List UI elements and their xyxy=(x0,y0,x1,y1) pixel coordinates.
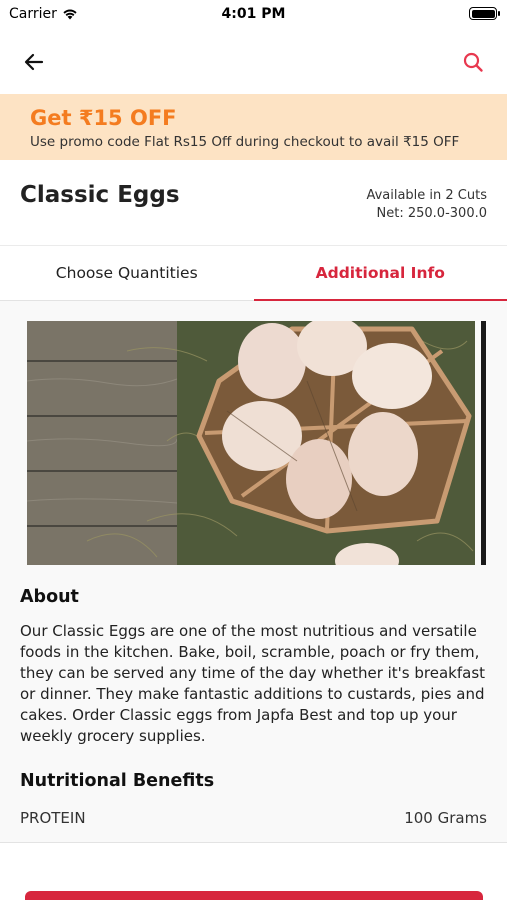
arrow-left-icon xyxy=(24,53,44,71)
tab-choose-quantities[interactable]: Choose Quantities xyxy=(0,246,254,300)
product-meta: Available in 2 Cuts Net: 250.0-300.0 xyxy=(366,187,487,223)
search-button[interactable] xyxy=(457,46,489,78)
product-availability: Available in 2 Cuts xyxy=(366,188,487,203)
product-title: Classic Eggs xyxy=(20,182,180,208)
search-icon xyxy=(463,52,483,72)
status-bar: Carrier 4:01 PM xyxy=(0,0,507,30)
additional-info-panel: About Our Classic Eggs are one of the mo… xyxy=(0,301,507,843)
about-text: Our Classic Eggs are one of the most nut… xyxy=(20,622,486,745)
status-time: 4:01 PM xyxy=(221,6,286,22)
promo-banner[interactable]: Get ₹15 OFF Use promo code Flat Rs15 Off… xyxy=(0,94,507,160)
add-to-cart-button[interactable] xyxy=(25,891,483,900)
tab-bar: Choose Quantities Additional Info xyxy=(0,246,507,301)
battery-icon xyxy=(469,7,500,20)
nutrition-heading: Nutritional Benefits xyxy=(20,771,215,791)
promo-title: Get ₹15 OFF xyxy=(30,106,177,130)
product-net-weight: Net: 250.0-300.0 xyxy=(376,206,487,221)
nutrient-value: 100 Grams xyxy=(404,809,487,827)
eggs-basket-illustration xyxy=(27,321,475,565)
product-image xyxy=(27,321,475,565)
nav-bar xyxy=(0,30,507,94)
tab-additional-info[interactable]: Additional Info xyxy=(253,246,507,301)
about-heading: About xyxy=(20,587,79,607)
nutrient-name: PROTEIN xyxy=(20,809,86,827)
promo-text: Use promo code Flat Rs15 Off during chec… xyxy=(30,134,460,150)
product-header: Classic Eggs Available in 2 Cuts Net: 25… xyxy=(0,160,507,246)
back-button[interactable] xyxy=(18,46,50,78)
nutrient-row: PROTEIN 100 Grams xyxy=(20,809,487,827)
image-scroll-indicator xyxy=(481,321,486,565)
